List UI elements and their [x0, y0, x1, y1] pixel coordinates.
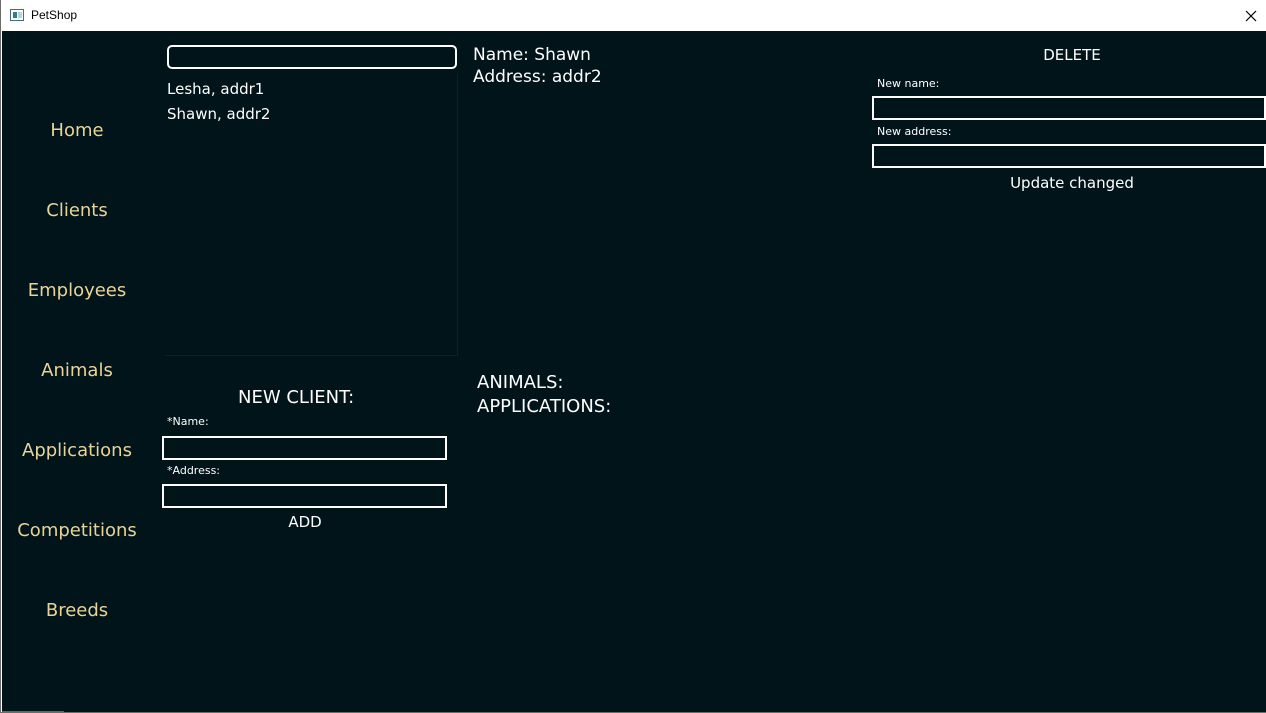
client-search-input[interactable] [167, 45, 457, 69]
close-button[interactable] [1235, 0, 1266, 31]
new-name-input[interactable] [872, 96, 1266, 120]
nav-item-home[interactable]: Home [2, 120, 152, 141]
window-title: PetShop [31, 8, 78, 22]
add-client-button[interactable]: ADD [255, 513, 355, 531]
close-icon [1245, 10, 1257, 21]
new-client-heading: NEW CLIENT: [238, 387, 355, 408]
animals-heading: ANIMALS: [477, 372, 564, 393]
main-content: Home Clients Employees Animals Applicati… [2, 31, 1266, 712]
title-bar: PetShop [1, 0, 1266, 31]
new-client-address-input[interactable] [162, 484, 447, 508]
nav-item-applications[interactable]: Applications [2, 440, 152, 461]
app-icon [10, 9, 24, 21]
new-client-name-input[interactable] [162, 436, 447, 460]
bottom-divider [2, 711, 64, 712]
nav-item-animals[interactable]: Animals [2, 360, 152, 381]
client-list: Lesha, addr1 Shawn, addr2 [165, 73, 458, 356]
new-name-label: New name: [877, 77, 940, 90]
client-name-detail: Name: Shawn [473, 45, 591, 65]
new-client-name-label: *Name: [167, 415, 209, 428]
new-address-input[interactable] [872, 144, 1266, 168]
app-window: PetShop Home Clients Employees Animals A… [0, 0, 1266, 713]
new-address-label: New address: [877, 125, 952, 138]
applications-heading: APPLICATIONS: [477, 396, 612, 417]
delete-button[interactable]: DELETE [1002, 46, 1142, 64]
client-list-item[interactable]: Lesha, addr1 [167, 80, 264, 98]
client-address-detail: Address: addr2 [473, 67, 602, 87]
client-list-item[interactable]: Shawn, addr2 [167, 105, 270, 123]
nav-item-competitions[interactable]: Competitions [2, 520, 152, 541]
new-client-address-label: *Address: [167, 464, 221, 477]
nav-item-clients[interactable]: Clients [2, 200, 152, 221]
nav-item-employees[interactable]: Employees [2, 280, 152, 301]
nav-item-breeds[interactable]: Breeds [2, 600, 152, 621]
update-changed-button[interactable]: Update changed [972, 174, 1172, 192]
